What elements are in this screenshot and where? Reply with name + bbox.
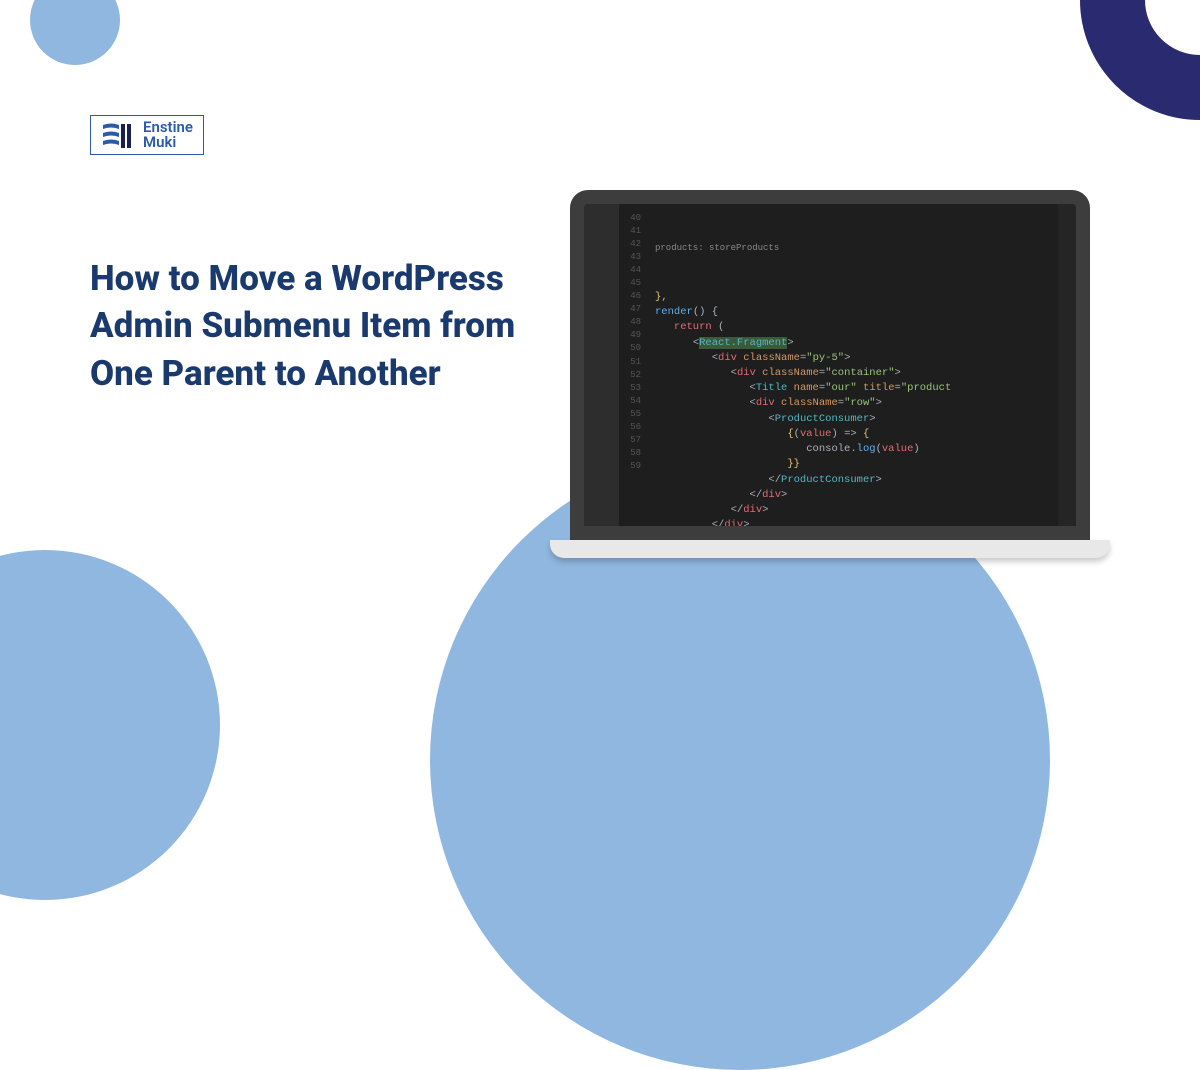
logo-text: Enstine Muki [143,120,193,150]
decorative-ring-top-right [1080,0,1200,120]
editor-breadcrumb: products: storeProducts [655,242,1076,259]
line-numbers-gutter: 40 41 42 43 44 45 46 47 48 49 50 51 52 5… [619,204,647,526]
editor-activity-bar [584,204,619,526]
logo: Enstine Muki [90,115,204,155]
laptop-screen: 40 41 42 43 44 45 46 47 48 49 50 51 52 5… [570,190,1090,540]
decorative-circle-bottom-left [0,550,220,900]
laptop-mockup: 40 41 42 43 44 45 46 47 48 49 50 51 52 5… [550,190,1110,558]
laptop-base [550,540,1110,558]
code-editor: 40 41 42 43 44 45 46 47 48 49 50 51 52 5… [584,204,1076,526]
logo-line2: Muki [143,135,193,150]
code-content: products: storeProducts },render() { ret… [647,204,1076,526]
page-title: How to Move a WordPress Admin Submenu It… [90,255,560,397]
editor-minimap [1058,204,1076,526]
logo-mark-icon [101,120,135,150]
decorative-circle-top-left [30,0,120,65]
